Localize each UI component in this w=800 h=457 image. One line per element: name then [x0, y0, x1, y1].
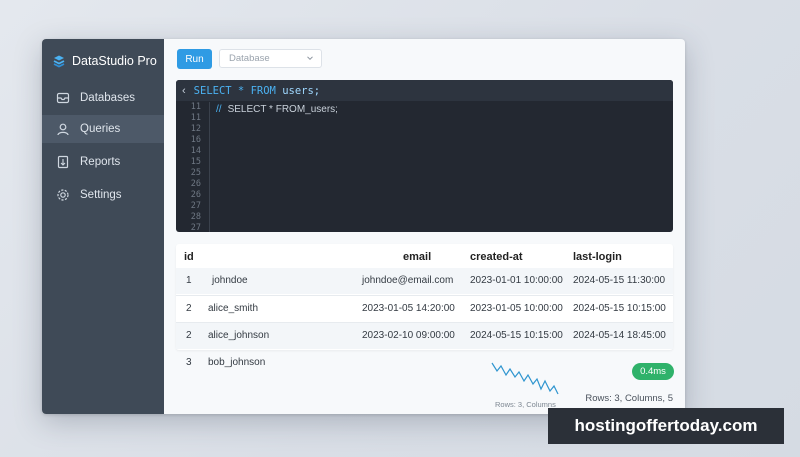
- chevron-down-icon: [307, 56, 313, 61]
- line-number-gutter: 11 11 12 16 14 15 25 26 26 27 28 27: [176, 102, 210, 232]
- cell-id: 1: [186, 275, 192, 286]
- sidebar-item-databases[interactable]: Databases: [42, 84, 164, 112]
- sidebar-item-label: Reports: [80, 156, 121, 168]
- line-number: 28: [190, 212, 201, 222]
- column-header-email[interactable]: email: [403, 244, 431, 270]
- execution-time-badge: 0.4ms: [632, 363, 674, 380]
- line-number: 27: [190, 223, 201, 232]
- line-number: 11: [190, 102, 201, 112]
- table-row[interactable]: 2 alice_johnson 2023-02-10 09:00:00 2024…: [176, 322, 673, 349]
- sidebar-item-label: Queries: [80, 123, 121, 135]
- comment-marker: //: [216, 104, 222, 115]
- cell-name: bob_johnson: [208, 357, 266, 368]
- cell-created-at: 2024-05-15 10:15:00: [470, 330, 563, 341]
- cell-name: johndoe: [212, 275, 248, 286]
- rows-columns-info: Rows: 3, Columns, 5: [585, 393, 673, 404]
- table-header-row: id email created-at last-login: [176, 244, 673, 270]
- query-keywords: SELECT * FROM: [193, 84, 276, 97]
- sidebar-item-settings[interactable]: Settings: [42, 181, 164, 209]
- cell-name: alice_johnson: [208, 330, 270, 341]
- database-select-placeholder: Database: [229, 53, 270, 64]
- cell-last-login: 2024-05-14 18:45:00: [573, 330, 666, 341]
- cell-id: 2: [186, 303, 192, 314]
- cell-created-at: 2023-01-01 10:00:00: [470, 275, 563, 286]
- app-logo-icon: [53, 55, 65, 68]
- sidebar-item-label: Settings: [80, 189, 122, 201]
- line-number: 26: [190, 190, 201, 200]
- line-number: 12: [190, 124, 201, 134]
- editor-header: ‹ SELECT * FROM users;: [176, 80, 673, 101]
- run-button[interactable]: Run: [177, 49, 212, 69]
- sidebar: DataStudio Pro Databases Queries Reports: [42, 39, 164, 414]
- sidebar-item-reports[interactable]: Reports: [42, 148, 164, 176]
- sparkline-caption: Rows: 3, Columns: [495, 400, 556, 409]
- sidebar-item-queries[interactable]: Queries: [42, 115, 164, 143]
- report-icon: [57, 155, 69, 169]
- column-header-created-at[interactable]: created-at: [470, 244, 523, 270]
- main-panel: Run Database ‹ SELECT * FROM users; 11 1…: [164, 39, 685, 414]
- gear-icon: [57, 189, 69, 201]
- line-number: 14: [190, 146, 201, 156]
- cell-id: 2: [186, 330, 192, 341]
- code-line[interactable]: // SELECT * FROM_users;: [216, 104, 338, 115]
- cell-email: 2023-02-10 09:00:00: [362, 330, 455, 341]
- table-row[interactable]: 1 johndoe johndoe@email.com 2023-01-01 1…: [176, 268, 673, 294]
- chevron-left-icon[interactable]: ‹: [182, 85, 186, 97]
- cell-name: alice_smith: [208, 303, 259, 314]
- cell-last-login: 2024-05-15 10:15:00: [573, 303, 666, 314]
- query-title: SELECT * FROM users;: [194, 85, 320, 97]
- column-header-id[interactable]: id: [184, 244, 194, 270]
- sql-editor[interactable]: ‹ SELECT * FROM users; 11 11 12 16 14 15…: [176, 80, 673, 232]
- app-window: DataStudio Pro Databases Queries Reports: [42, 39, 685, 414]
- database-icon: [56, 92, 70, 104]
- line-number: 25: [190, 168, 201, 178]
- query-table: users;: [282, 84, 321, 97]
- table-row[interactable]: 3 bob_johnson: [176, 350, 376, 376]
- code-text: SELECT * FROM_users;: [227, 104, 338, 115]
- user-icon: [57, 123, 69, 136]
- watermark-banner: hostingoffertoday.com: [548, 408, 784, 444]
- line-number: 27: [190, 201, 201, 211]
- line-number: 26: [190, 179, 201, 189]
- cell-id: 3: [186, 357, 192, 368]
- column-header-last-login[interactable]: last-login: [573, 244, 622, 270]
- table-row[interactable]: 2 alice_smith 2023-01-05 14:20:00 2023-0…: [176, 295, 673, 322]
- database-select[interactable]: Database: [219, 49, 322, 68]
- line-number: 16: [190, 135, 201, 145]
- results-table: id email created-at last-login 1 johndoe…: [176, 244, 673, 350]
- sidebar-item-label: Databases: [80, 92, 135, 104]
- cell-email: johndoe@email.com: [362, 275, 454, 286]
- line-number: 11: [190, 113, 201, 123]
- cell-last-login: 2024-05-15 11:30:00: [573, 275, 666, 286]
- brand: DataStudio Pro: [52, 51, 157, 71]
- cell-email: 2023-01-05 14:20:00: [362, 303, 455, 314]
- line-number: 15: [190, 157, 201, 167]
- app-name: DataStudio Pro: [72, 54, 157, 68]
- sparkline-chart: [491, 362, 559, 395]
- cell-created-at: 2023-01-05 10:00:00: [470, 303, 563, 314]
